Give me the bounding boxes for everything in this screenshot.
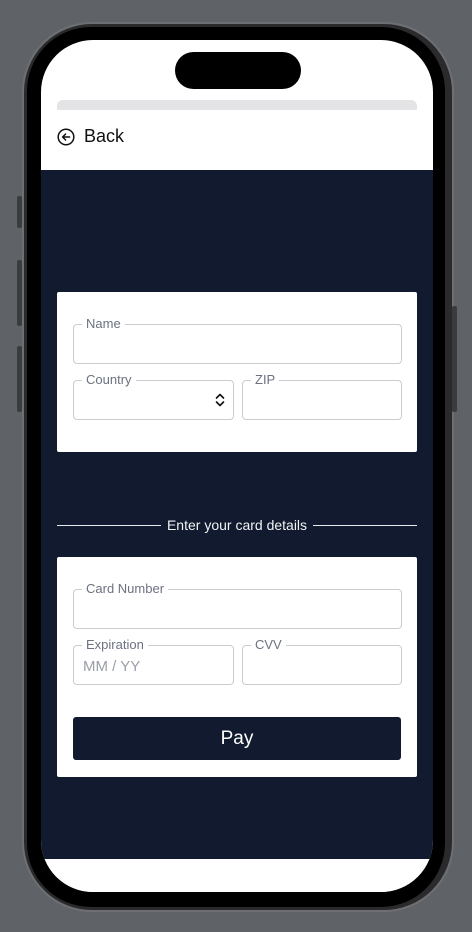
back-button[interactable]: Back: [57, 126, 124, 147]
zip-label: ZIP: [251, 372, 280, 388]
volume-up-button: [17, 260, 22, 326]
card-number-input[interactable]: [83, 602, 392, 619]
chevron-up-down-icon: [215, 393, 225, 407]
cvv-input[interactable]: [252, 658, 392, 675]
expiration-field: Expiration: [73, 637, 234, 685]
checkout-content: Name Country ZIP Enter your card details: [41, 170, 433, 859]
volume-down-button: [17, 346, 22, 412]
screen: Back Name Country ZIP Enter your card de…: [41, 40, 433, 892]
arrow-left-circle-icon: [57, 127, 75, 146]
cvv-label: CVV: [251, 637, 286, 653]
divider-line-left: [57, 524, 161, 526]
pay-button[interactable]: Pay: [73, 717, 401, 760]
home-indicator-area: [41, 859, 433, 892]
name-field: Name: [73, 316, 402, 364]
power-button: [452, 306, 457, 412]
name-label: Name: [82, 316, 125, 332]
card-details-card: Card Number Expiration CVV Pay: [57, 557, 417, 777]
dynamic-island: [175, 52, 301, 89]
country-select[interactable]: Country: [73, 372, 234, 420]
zip-field: ZIP: [242, 372, 402, 420]
name-input[interactable]: [83, 337, 392, 354]
card-number-label: Card Number: [82, 581, 169, 597]
country-label: Country: [82, 372, 136, 388]
card-details-divider: Enter your card details: [57, 516, 418, 534]
billing-card: Name Country ZIP: [57, 292, 417, 452]
back-label: Back: [84, 126, 125, 146]
zip-input[interactable]: [252, 393, 392, 410]
expiration-input[interactable]: [83, 658, 224, 675]
header-bar: Back: [41, 110, 433, 170]
divider-line-right: [313, 524, 418, 526]
card-number-field: Card Number: [73, 581, 402, 629]
sheet-top-strip: [57, 100, 417, 110]
action-button: [17, 196, 22, 228]
divider-text: Enter your card details: [166, 517, 308, 533]
expiration-label: Expiration: [82, 637, 148, 653]
cvv-field: CVV: [242, 637, 402, 685]
